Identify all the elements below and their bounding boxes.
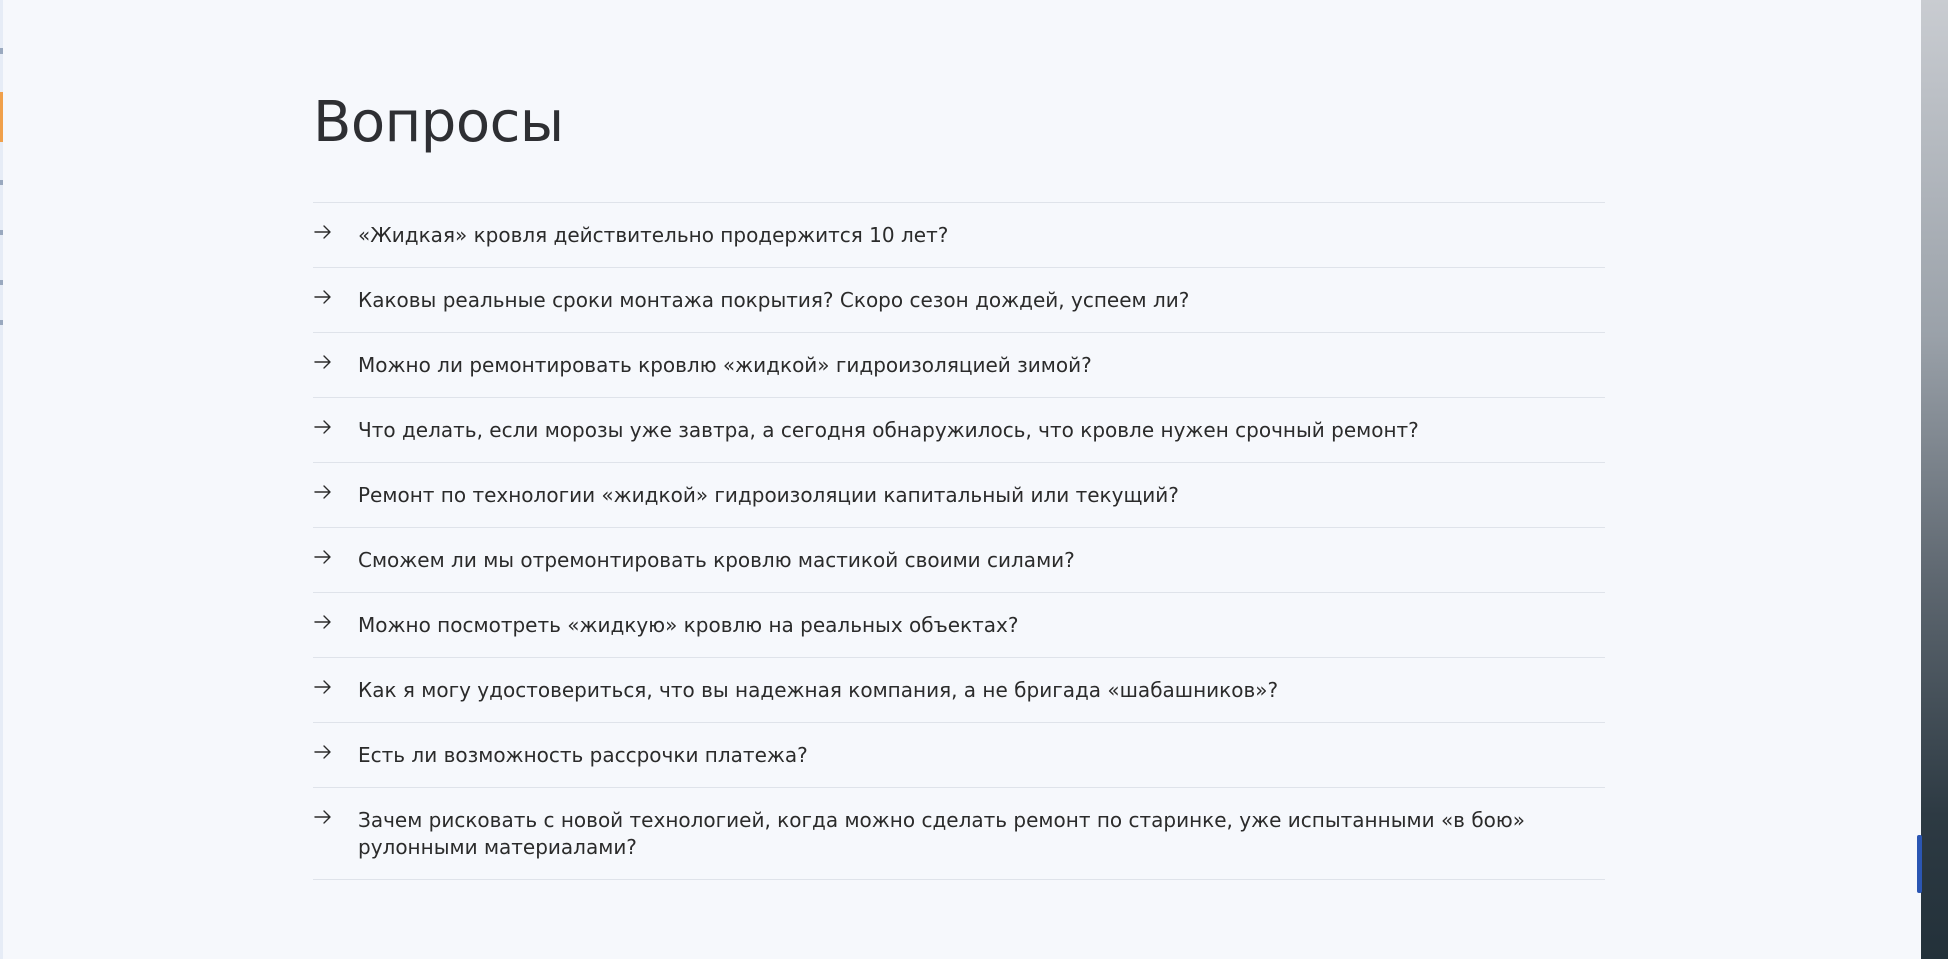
arrow-right-icon — [313, 742, 335, 764]
left-edge-mark — [0, 48, 3, 54]
arrow-right-icon — [313, 287, 335, 309]
faq-question: «Жидкая» кровля действительно продержитс… — [358, 223, 949, 247]
arrow-right-icon — [313, 222, 335, 244]
faq-item[interactable]: Зачем рисковать с новой технологией, ког… — [313, 788, 1605, 880]
faq-item[interactable]: Что делать, если морозы уже завтра, а се… — [313, 398, 1605, 463]
faq-question: Есть ли возможность рассрочки платежа? — [358, 743, 808, 767]
left-edge-strip — [0, 0, 3, 959]
faq-item[interactable]: Можно ли ремонтировать кровлю «жидкой» г… — [313, 333, 1605, 398]
left-edge-mark — [0, 230, 3, 235]
faq-item[interactable]: Сможем ли мы отремонтировать кровлю маст… — [313, 528, 1605, 593]
faq-question: Можно посмотреть «жидкую» кровлю на реал… — [358, 613, 1019, 637]
faq-question: Сможем ли мы отремонтировать кровлю маст… — [358, 548, 1075, 572]
arrow-right-icon — [313, 352, 335, 374]
faq-question: Что делать, если морозы уже завтра, а се… — [358, 418, 1419, 442]
arrow-right-icon — [313, 482, 335, 504]
scroll-indicator[interactable] — [1917, 835, 1922, 893]
faq-question: Можно ли ремонтировать кровлю «жидкой» г… — [358, 353, 1092, 377]
arrow-right-icon — [313, 677, 335, 699]
arrow-right-icon — [313, 612, 335, 634]
faq-list: «Жидкая» кровля действительно продержитс… — [313, 202, 1605, 880]
faq-question: Как я могу удостовериться, что вы надежн… — [358, 678, 1279, 702]
left-edge-mark — [0, 180, 3, 185]
left-edge-mark — [0, 280, 3, 285]
faq-item[interactable]: Ремонт по технологии «жидкой» гидроизоля… — [313, 463, 1605, 528]
arrow-right-icon — [313, 417, 335, 439]
faq-question: Каковы реальные сроки монтажа покрытия? … — [358, 288, 1190, 312]
arrow-right-icon — [313, 807, 335, 829]
faq-item[interactable]: Есть ли возможность рассрочки платежа? — [313, 723, 1605, 788]
faq-item[interactable]: Каковы реальные сроки монтажа покрытия? … — [313, 268, 1605, 333]
faq-item[interactable]: Можно посмотреть «жидкую» кровлю на реал… — [313, 593, 1605, 658]
arrow-right-icon — [313, 547, 335, 569]
faq-item[interactable]: Как я могу удостовериться, что вы надежн… — [313, 658, 1605, 723]
left-edge-mark — [0, 320, 3, 325]
faq-question: Ремонт по технологии «жидкой» гидроизоля… — [358, 483, 1179, 507]
faq-item[interactable]: «Жидкая» кровля действительно продержитс… — [313, 203, 1605, 268]
left-accent-mark — [0, 92, 3, 142]
right-background-panel — [1921, 0, 1948, 959]
section-title: Вопросы — [313, 90, 564, 155]
faq-question: Зачем рисковать с новой технологией, ког… — [358, 808, 1525, 859]
